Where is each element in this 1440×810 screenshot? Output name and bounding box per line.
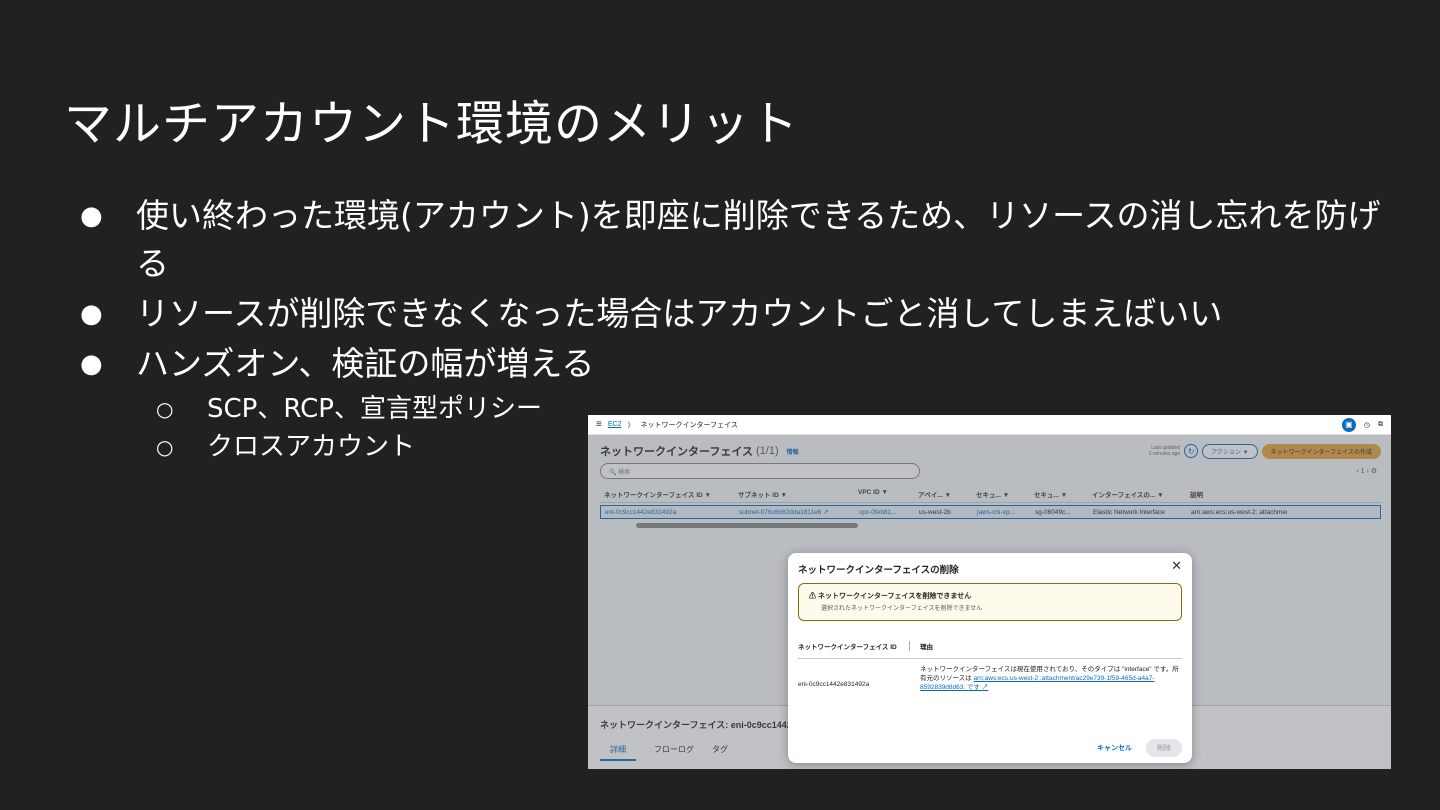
delete-button[interactable]: 削除 [1146,739,1182,757]
menu-icon[interactable]: ≡ [596,419,602,430]
bullet-item: ● リソースが削除できなくなった場合はアカウントごと消してしまえばいい [80,290,1400,338]
dialog-title: ネットワークインターフェイスの削除 [798,565,959,576]
bullet-text: ハンズオン、検証の幅が増える [136,344,595,383]
delete-interface-dialog: ネットワークインターフェイスの削除 ✕ ⚠ ネットワークインターフェイスを削除で… [788,553,1192,763]
breadcrumb-current: ネットワークインターフェイス [640,421,738,429]
dialog-table-row: eni-0c9cc1442e831492a ネットワークインターフェイスは現在使… [798,659,1182,692]
bullet-dot-icon: ● [80,201,103,231]
sub-bullet-text: クロスアカウント [207,432,416,462]
bullet-text: 使い終わった環境(アカウント)を即座に削除できるため、リソースの消し忘れを防げる [136,196,1381,283]
bullet-dot-icon: ● [80,299,103,329]
bullet-text: リソースが削除できなくなった場合はアカウントごと消してしまえばいい [136,294,1223,333]
sub-bullet-circle-icon: ○ [156,397,174,421]
column-header: ネットワークインターフェイス ID [798,640,910,651]
sub-bullet-circle-icon: ○ [156,435,174,459]
sub-bullet-text: SCP、RCP、宣言型ポリシー [207,394,542,424]
warning-alert: ⚠ ネットワークインターフェイスを削除できません 選択されたネットワークインター… [798,583,1182,621]
breadcrumb-separator-icon: 〉 [627,421,635,429]
split-view-icon[interactable]: ⧉ [1378,421,1383,429]
alert-description: 選択されたネットワークインターフェイスを削除できません [821,606,983,612]
bullet-dot-icon: ● [80,349,103,379]
panel-toggle-icon[interactable]: ▣ [1341,417,1356,432]
slide-title: マルチアカウント環境のメリット [64,96,800,152]
bullet-item: ● ハンズオン、検証の幅が増える [80,340,1400,388]
history-icon[interactable]: ◷ [1364,421,1370,429]
column-header: 理由 [920,643,933,651]
close-icon[interactable]: ✕ [1171,558,1182,574]
console-screenshot: ≡ EC2 〉 ネットワークインターフェイス ▣ ◷ ⧉ ネットワークインターフ… [588,415,1391,769]
alert-title: ⚠ ネットワークインターフェイスを削除できません [809,593,972,600]
dialog-footer: キャンセル 削除 [1097,739,1182,757]
bullet-item: ● 使い終わった環境(アカウント)を即座に削除できるため、リソースの消し忘れを防… [80,192,1400,288]
console-topbar: ≡ EC2 〉 ネットワークインターフェイス ▣ ◷ ⧉ [588,415,1391,435]
breadcrumb-ec2-link[interactable]: EC2 [608,421,622,428]
interface-id-cell: eni-0c9cc1442e831492a [798,681,870,688]
dialog-table: ネットワークインターフェイス ID 理由 eni-0c9cc1442e83149… [798,633,1182,692]
dialog-table-header: ネットワークインターフェイス ID 理由 [798,633,1182,659]
cancel-button[interactable]: キャンセル [1097,743,1132,753]
reason-cell: ネットワークインターフェイスは現在使用されており、そのタイプは "interfa… [920,665,1182,692]
